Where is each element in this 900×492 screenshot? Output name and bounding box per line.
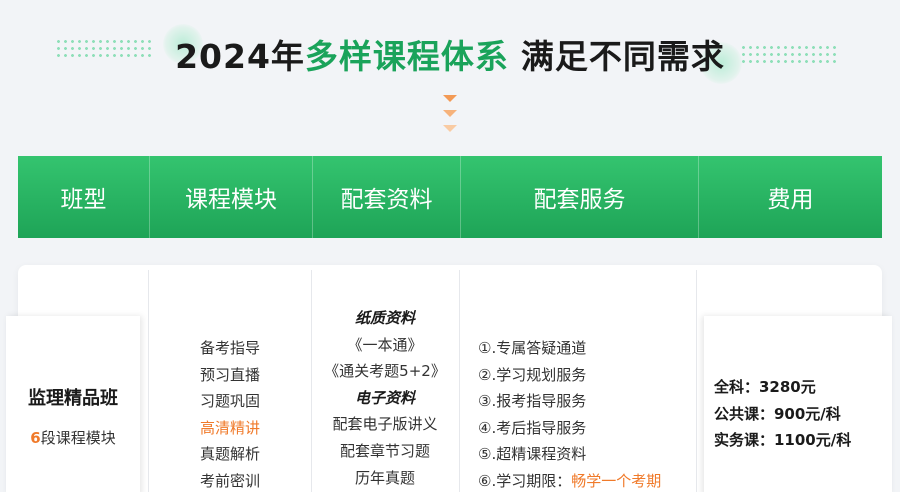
list-item: ⑥.学习期限：畅学一个考期 [478,468,661,492]
list-item: 《一本通》 [347,335,423,354]
fee-all-subjects: 全科：3280元 [714,378,816,396]
fee-practice-course: 实务课：1100元/科 [714,431,852,449]
fees-list: 全科：3280元 公共课：900元/科 实务课：1100元/科 [714,374,851,454]
list-item: 习题巩固 [199,392,260,411]
list-item: 预习直播 [199,365,260,384]
header-services: 配套服务 [460,156,698,238]
page-title: 2024年 多样课程体系 满足不同需求 [0,28,900,80]
list-item: 备考指导 [199,339,260,357]
list-item: 配套电子版讲义 [332,415,438,434]
fee-public-course: 公共课：900元/科 [714,404,841,423]
paper-materials-title: 纸质资料 [354,309,415,327]
list-item: ②.学习规划服务 [478,365,587,384]
study-period-value: 畅学一个考期 [571,471,662,490]
column-divider [148,270,149,492]
list-item: ①.专属答疑通道 [478,339,587,357]
list-item: 考前密训 [199,471,260,490]
class-module-count: 6段课程模块 [6,427,140,448]
column-divider [459,270,460,492]
module-count-label: 段课程模块 [40,429,116,447]
class-type-name: 监理精品班 [28,388,118,409]
chevron-down-icon [443,125,457,132]
list-item: 配套章节习题 [339,441,430,460]
course-modules-list: 备考指导 预习直播 习题巩固 高清精讲 真题解析 考前密训 [150,335,310,492]
header-course-modules: 课程模块 [149,156,312,238]
list-item: ④.考后指导服务 [478,418,587,437]
title-suffix: 满足不同需求 [520,37,725,76]
module-count-number: 6 [30,429,41,447]
title-highlight: 多样课程体系 [304,37,509,76]
list-item-highlighted: 高清精讲 [199,418,260,437]
chevron-down-icon [443,95,457,102]
services-list: ①.专属答疑通道 ②.学习规划服务 ③.报考指导服务 ④.考后指导服务 ⑤.超精… [478,335,661,492]
list-item: 真题解析 [199,445,260,464]
study-period-label: ⑥.学习期限： [478,471,572,490]
title-year: 2024年 [175,37,305,76]
table-header: 班型 课程模块 配套资料 配套服务 费用 [18,156,882,238]
electronic-materials-title: 电子资料 [354,388,415,407]
list-item: ⑤.超精课程资料 [478,445,587,464]
list-item: 《通关考题5+2》 [324,362,446,381]
header-fees: 费用 [698,156,882,238]
materials-list: 纸质资料 《一本通》 《通关考题5+2》 电子资料 配套电子版讲义 配套章节习题… [312,305,458,491]
column-divider [696,270,697,492]
header-class-type: 班型 [60,187,107,213]
list-item: 历年真题 [354,468,415,487]
list-item: ③.报考指导服务 [478,392,587,411]
header-materials: 配套资料 [312,156,460,238]
chevron-down-icon [443,110,457,117]
